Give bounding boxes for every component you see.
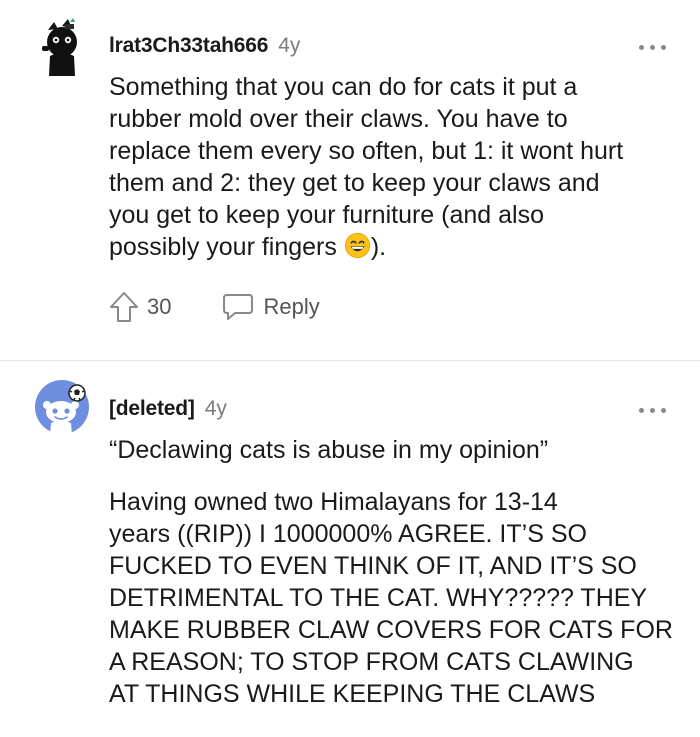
body-line: AT THINGS WHILE KEEPING THE CLAWS [109,680,596,708]
body-line: years ((RIP)) I 1000000% AGREE. IT’S SO [109,520,587,548]
comment-body: Having owned two Himalayans for 13-14 ye… [109,486,684,710]
comment-2: [deleted] 4y “Declawing cats is abuse in… [0,0,700,737]
quote-line: “Declawing cats is abuse in my opinion” [109,436,549,464]
comment-age: 4y [204,397,227,420]
body-line: FUCKED TO EVEN THINK OF IT, AND IT’S SO [109,552,637,580]
snoo-avatar-icon[interactable] [34,379,90,435]
username[interactable]: [deleted] [109,397,195,421]
more-options-icon[interactable] [639,405,667,415]
body-line: A REASON; TO STOP FROM CATS CLAWING [109,648,634,676]
comment-meta: [deleted] 4y [109,397,227,421]
body-line: Having owned two Himalayans for 13-14 [109,488,558,516]
body-line: DETRIMENTAL TO THE CAT. WHY????? THEY [109,584,648,612]
body-line: MAKE RUBBER CLAW COVERS FOR CATS FOR [109,616,673,644]
quoted-text: “Declawing cats is abuse in my opinion” [109,434,684,466]
